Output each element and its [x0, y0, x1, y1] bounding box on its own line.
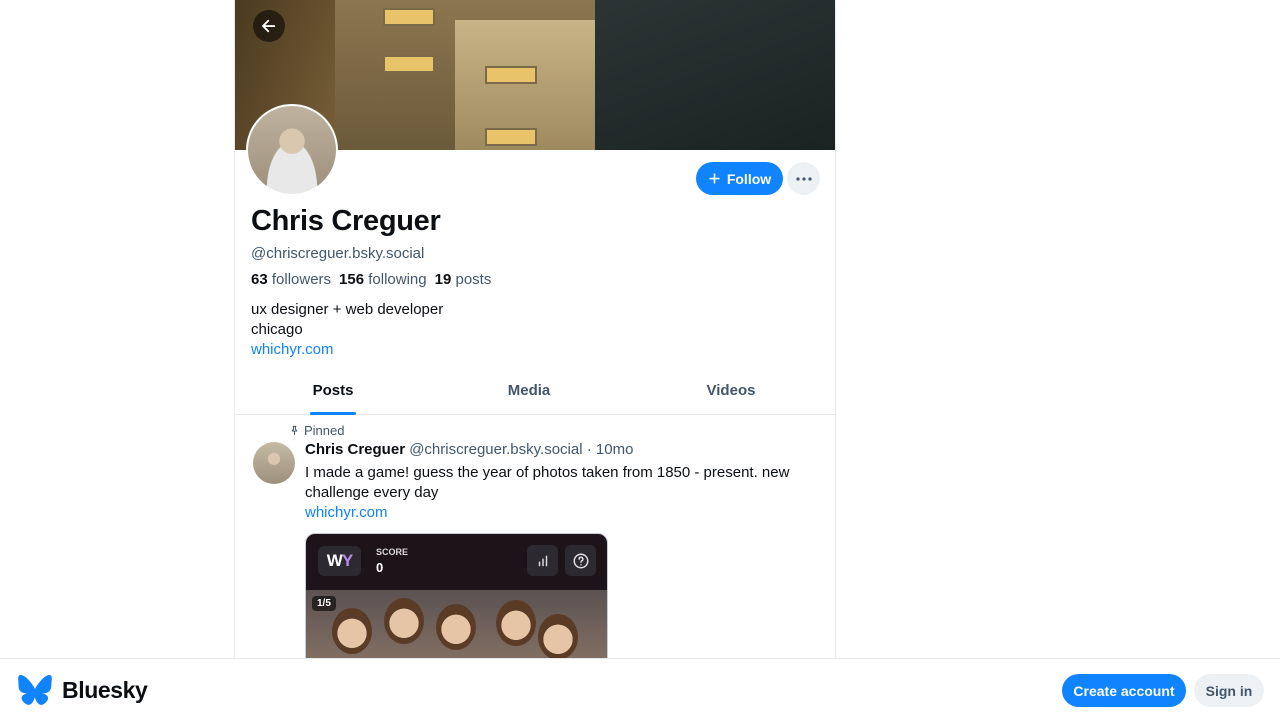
brand-name: Bluesky — [62, 676, 148, 703]
help-icon — [565, 545, 596, 576]
arrow-left-icon — [262, 19, 276, 33]
banner-window — [383, 8, 435, 26]
banner-window — [383, 55, 435, 73]
follow-button[interactable]: Follow — [696, 162, 783, 195]
following-label: following — [368, 271, 427, 288]
feed-post[interactable]: Pinned Chris Creguer @chriscreguer.bsky.… — [235, 415, 835, 658]
post-separator: · — [586, 441, 592, 458]
logo-letter-w: W — [326, 551, 343, 570]
profile-column: Follow Chris Creguer @chriscreguer.bsky.… — [234, 0, 836, 720]
posts-label: posts — [455, 271, 492, 288]
bio-line: ux designer + web developer — [251, 301, 444, 318]
pinned-indicator: Pinned — [289, 423, 344, 438]
avatar[interactable] — [253, 442, 295, 484]
followers-label: followers — [271, 271, 332, 288]
post-image-embed[interactable]: WY SCORE 0 1/5 — [305, 533, 608, 658]
profile-bio: ux designer + web developer chicago whic… — [251, 300, 443, 360]
pin-icon — [291, 425, 298, 436]
post-link[interactable]: whichyr.com — [305, 504, 388, 521]
photo-face — [384, 598, 424, 644]
score-label: SCORE — [376, 547, 409, 557]
ellipsis-icon — [795, 176, 812, 181]
post-author-name[interactable]: Chris Creguer — [305, 441, 405, 458]
posts-count: 19 — [434, 271, 452, 288]
profile-name: Chris Creguer — [251, 205, 441, 237]
photo-face — [436, 604, 476, 650]
following-count: 156 — [339, 271, 365, 288]
photo-face — [496, 600, 536, 646]
profile-stats: 63 followers 156 following 19 posts — [251, 271, 491, 288]
profile-tabs: Posts Media Videos — [235, 370, 835, 415]
photo-face — [538, 614, 578, 658]
bar-chart-icon — [527, 545, 558, 576]
banner-sky — [595, 0, 835, 150]
logo-letter-y: Y — [341, 551, 353, 570]
bio-line: chicago — [251, 321, 303, 338]
plus-icon — [709, 173, 720, 184]
tab-videos[interactable]: Videos — [627, 370, 835, 414]
create-account-button[interactable]: Create account — [1062, 674, 1186, 707]
back-button[interactable] — [253, 10, 285, 42]
post-author-handle[interactable]: @chriscreguer.bsky.social — [409, 441, 582, 458]
whichyr-logo: WY — [318, 546, 361, 576]
more-options-button[interactable] — [787, 162, 820, 195]
pinned-label: Pinned — [304, 423, 345, 438]
profile-avatar[interactable] — [246, 104, 338, 196]
profile-handle: @chriscreguer.bsky.social — [251, 245, 425, 262]
tab-media[interactable]: Media — [431, 370, 627, 414]
posts-stat: 19 posts — [435, 271, 492, 288]
banner-window — [485, 66, 537, 84]
bottom-bar: Bluesky Create account Sign in — [0, 658, 1280, 720]
followers-stat[interactable]: 63 followers — [251, 271, 331, 288]
game-photo: 1/5 — [306, 590, 607, 658]
photo-face — [332, 608, 372, 654]
post-time[interactable]: 10mo — [596, 441, 634, 458]
post-text: I made a game! guess the year of photos … — [305, 463, 825, 523]
brand[interactable]: Bluesky — [18, 675, 148, 705]
tab-posts[interactable]: Posts — [235, 370, 431, 414]
photo-counter: 1/5 — [312, 596, 336, 611]
follow-label: Follow — [726, 170, 772, 187]
banner-window — [485, 128, 537, 146]
sign-in-button[interactable]: Sign in — [1194, 674, 1264, 707]
butterfly-logo-icon — [18, 675, 52, 705]
followers-count: 63 — [251, 271, 268, 288]
following-stat[interactable]: 156 following — [339, 271, 427, 288]
post-body: I made a game! guess the year of photos … — [305, 464, 790, 501]
post-header: Chris Creguer @chriscreguer.bsky.social … — [305, 441, 633, 458]
score-value: 0 — [376, 560, 384, 575]
bio-link[interactable]: whichyr.com — [251, 341, 334, 358]
